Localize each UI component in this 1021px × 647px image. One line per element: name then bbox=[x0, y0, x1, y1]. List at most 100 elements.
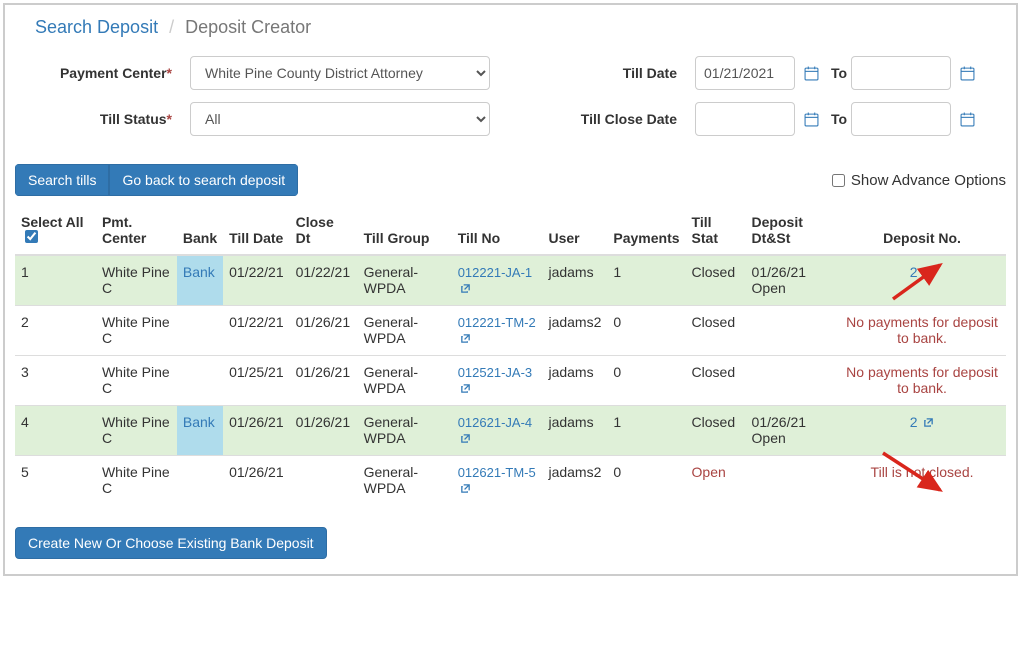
till-status-label: Till Status* bbox=[35, 111, 190, 127]
cell-till-no[interactable]: 012221-JA-1 bbox=[452, 255, 543, 306]
cell-user: jadams bbox=[542, 356, 607, 406]
col-till-no[interactable]: Till No bbox=[452, 206, 543, 255]
deposit-no-message: No payments for deposit to bank. bbox=[844, 314, 1000, 346]
col-bank[interactable]: Bank bbox=[177, 206, 223, 255]
cell-till-date: 01/26/21 bbox=[223, 456, 290, 506]
cell-till-stat: Open bbox=[686, 456, 746, 506]
col-till-group[interactable]: Till Group bbox=[358, 206, 452, 255]
cell-deposit-no: Till is not closed. bbox=[838, 456, 1006, 506]
select-all-checkbox[interactable] bbox=[25, 230, 38, 243]
to-label: To bbox=[831, 65, 847, 81]
cell-bank bbox=[177, 456, 223, 506]
breadcrumb-current: Deposit Creator bbox=[185, 17, 311, 37]
col-close-dt[interactable]: Close Dt bbox=[290, 206, 358, 255]
cell-till-no[interactable]: 012521-JA-3 bbox=[452, 356, 543, 406]
cell-user: jadams2 bbox=[542, 306, 607, 356]
cell-till-stat: Closed bbox=[686, 255, 746, 306]
cell-id: 4 bbox=[15, 406, 96, 456]
col-user[interactable]: User bbox=[542, 206, 607, 255]
create-deposit-button[interactable]: Create New Or Choose Existing Bank Depos… bbox=[15, 527, 327, 559]
show-advance-options[interactable]: Show Advance Options bbox=[832, 172, 1006, 189]
cell-user: jadams2 bbox=[542, 456, 607, 506]
cell-bank bbox=[177, 356, 223, 406]
table-row[interactable]: 4White Pine CBank01/26/2101/26/21General… bbox=[15, 406, 1006, 456]
payment-center-select[interactable]: White Pine County District Attorney bbox=[190, 56, 490, 90]
breadcrumb: Search Deposit / Deposit Creator bbox=[15, 5, 1006, 50]
external-link-icon bbox=[460, 281, 471, 297]
cell-user: jadams bbox=[542, 406, 607, 456]
deposit-no-link[interactable]: 2 bbox=[910, 414, 935, 430]
cell-close-dt: 01/26/21 bbox=[290, 356, 358, 406]
deposit-no-message: Till is not closed. bbox=[844, 464, 1000, 480]
external-link-icon bbox=[460, 481, 471, 497]
cell-payments: 1 bbox=[607, 406, 685, 456]
advance-options-checkbox[interactable] bbox=[832, 174, 845, 187]
table-row[interactable]: 3White Pine C01/25/2101/26/21General-WPD… bbox=[15, 356, 1006, 406]
go-back-button[interactable]: Go back to search deposit bbox=[109, 164, 298, 196]
cell-payments: 0 bbox=[607, 306, 685, 356]
external-link-icon bbox=[460, 381, 471, 397]
search-tills-button[interactable]: Search tills bbox=[15, 164, 109, 196]
col-pmt-center[interactable]: Pmt. Center bbox=[96, 206, 177, 255]
col-deposit-dtst[interactable]: Deposit Dt&St bbox=[746, 206, 839, 255]
cell-close-dt: 01/26/21 bbox=[290, 306, 358, 356]
cell-till-no[interactable]: 012221-TM-2 bbox=[452, 306, 543, 356]
till-status-select[interactable]: All bbox=[190, 102, 490, 136]
cell-till-no[interactable]: 012621-TM-5 bbox=[452, 456, 543, 506]
calendar-icon[interactable] bbox=[959, 111, 975, 127]
external-link-icon bbox=[460, 331, 471, 347]
cell-bank bbox=[177, 306, 223, 356]
calendar-icon[interactable] bbox=[803, 111, 819, 127]
filter-row-2: Till Status* All Till Close Date To bbox=[35, 102, 986, 136]
table-row[interactable]: 5White Pine C01/26/21General-WPDA012621-… bbox=[15, 456, 1006, 506]
cell-pmt-center: White Pine C bbox=[96, 406, 177, 456]
cell-close-dt: 01/22/21 bbox=[290, 255, 358, 306]
advance-options-label: Show Advance Options bbox=[851, 172, 1006, 189]
button-group: Search tills Go back to search deposit bbox=[15, 164, 298, 196]
payment-center-label: Payment Center* bbox=[35, 65, 190, 81]
cell-pmt-center: White Pine C bbox=[96, 306, 177, 356]
cell-deposit-dtst bbox=[746, 306, 839, 356]
till-close-date-from-input[interactable] bbox=[695, 102, 795, 136]
filter-panel: Payment Center* White Pine County Distri… bbox=[15, 50, 1006, 158]
action-bar: Search tills Go back to search deposit S… bbox=[15, 164, 1006, 196]
external-link-icon bbox=[460, 431, 471, 447]
till-close-date-label: Till Close Date bbox=[490, 111, 695, 127]
cell-payments: 0 bbox=[607, 356, 685, 406]
col-till-date[interactable]: Till Date bbox=[223, 206, 290, 255]
cell-bank[interactable]: Bank bbox=[177, 255, 223, 306]
cell-deposit-dtst bbox=[746, 356, 839, 406]
cell-till-group: General-WPDA bbox=[358, 356, 452, 406]
cell-bank[interactable]: Bank bbox=[177, 406, 223, 456]
cell-deposit-dtst bbox=[746, 456, 839, 506]
cell-id: 3 bbox=[15, 356, 96, 406]
till-date-from-input[interactable] bbox=[695, 56, 795, 90]
table-row[interactable]: 2White Pine C01/22/2101/26/21General-WPD… bbox=[15, 306, 1006, 356]
table-row[interactable]: 1White Pine CBank01/22/2101/22/21General… bbox=[15, 255, 1006, 306]
cell-till-stat: Closed bbox=[686, 306, 746, 356]
col-payments[interactable]: Payments bbox=[607, 206, 685, 255]
calendar-icon[interactable] bbox=[803, 65, 819, 81]
filter-row-1: Payment Center* White Pine County Distri… bbox=[35, 56, 986, 90]
cell-till-no[interactable]: 012621-JA-4 bbox=[452, 406, 543, 456]
cell-till-date: 01/26/21 bbox=[223, 406, 290, 456]
cell-deposit-dtst: 01/26/21 Open bbox=[746, 406, 839, 456]
deposit-no-message: No payments for deposit to bank. bbox=[844, 364, 1000, 396]
cell-deposit-no: No payments for deposit to bank. bbox=[838, 356, 1006, 406]
col-till-stat[interactable]: Till Stat bbox=[686, 206, 746, 255]
results-table: Select All Pmt. Center Bank Till Date Cl… bbox=[15, 206, 1006, 505]
till-date-to-input[interactable] bbox=[851, 56, 951, 90]
till-close-date-to-input[interactable] bbox=[851, 102, 951, 136]
cell-till-group: General-WPDA bbox=[358, 255, 452, 306]
breadcrumb-link[interactable]: Search Deposit bbox=[35, 17, 158, 37]
calendar-icon[interactable] bbox=[959, 65, 975, 81]
col-select-all[interactable]: Select All bbox=[15, 206, 96, 255]
deposit-no-link[interactable]: 2 bbox=[910, 264, 935, 280]
cell-till-date: 01/22/21 bbox=[223, 255, 290, 306]
cell-close-dt bbox=[290, 456, 358, 506]
cell-id: 2 bbox=[15, 306, 96, 356]
col-deposit-no[interactable]: Deposit No. bbox=[838, 206, 1006, 255]
cell-deposit-no: 2 bbox=[838, 255, 1006, 306]
cell-pmt-center: White Pine C bbox=[96, 255, 177, 306]
cell-pmt-center: White Pine C bbox=[96, 356, 177, 406]
